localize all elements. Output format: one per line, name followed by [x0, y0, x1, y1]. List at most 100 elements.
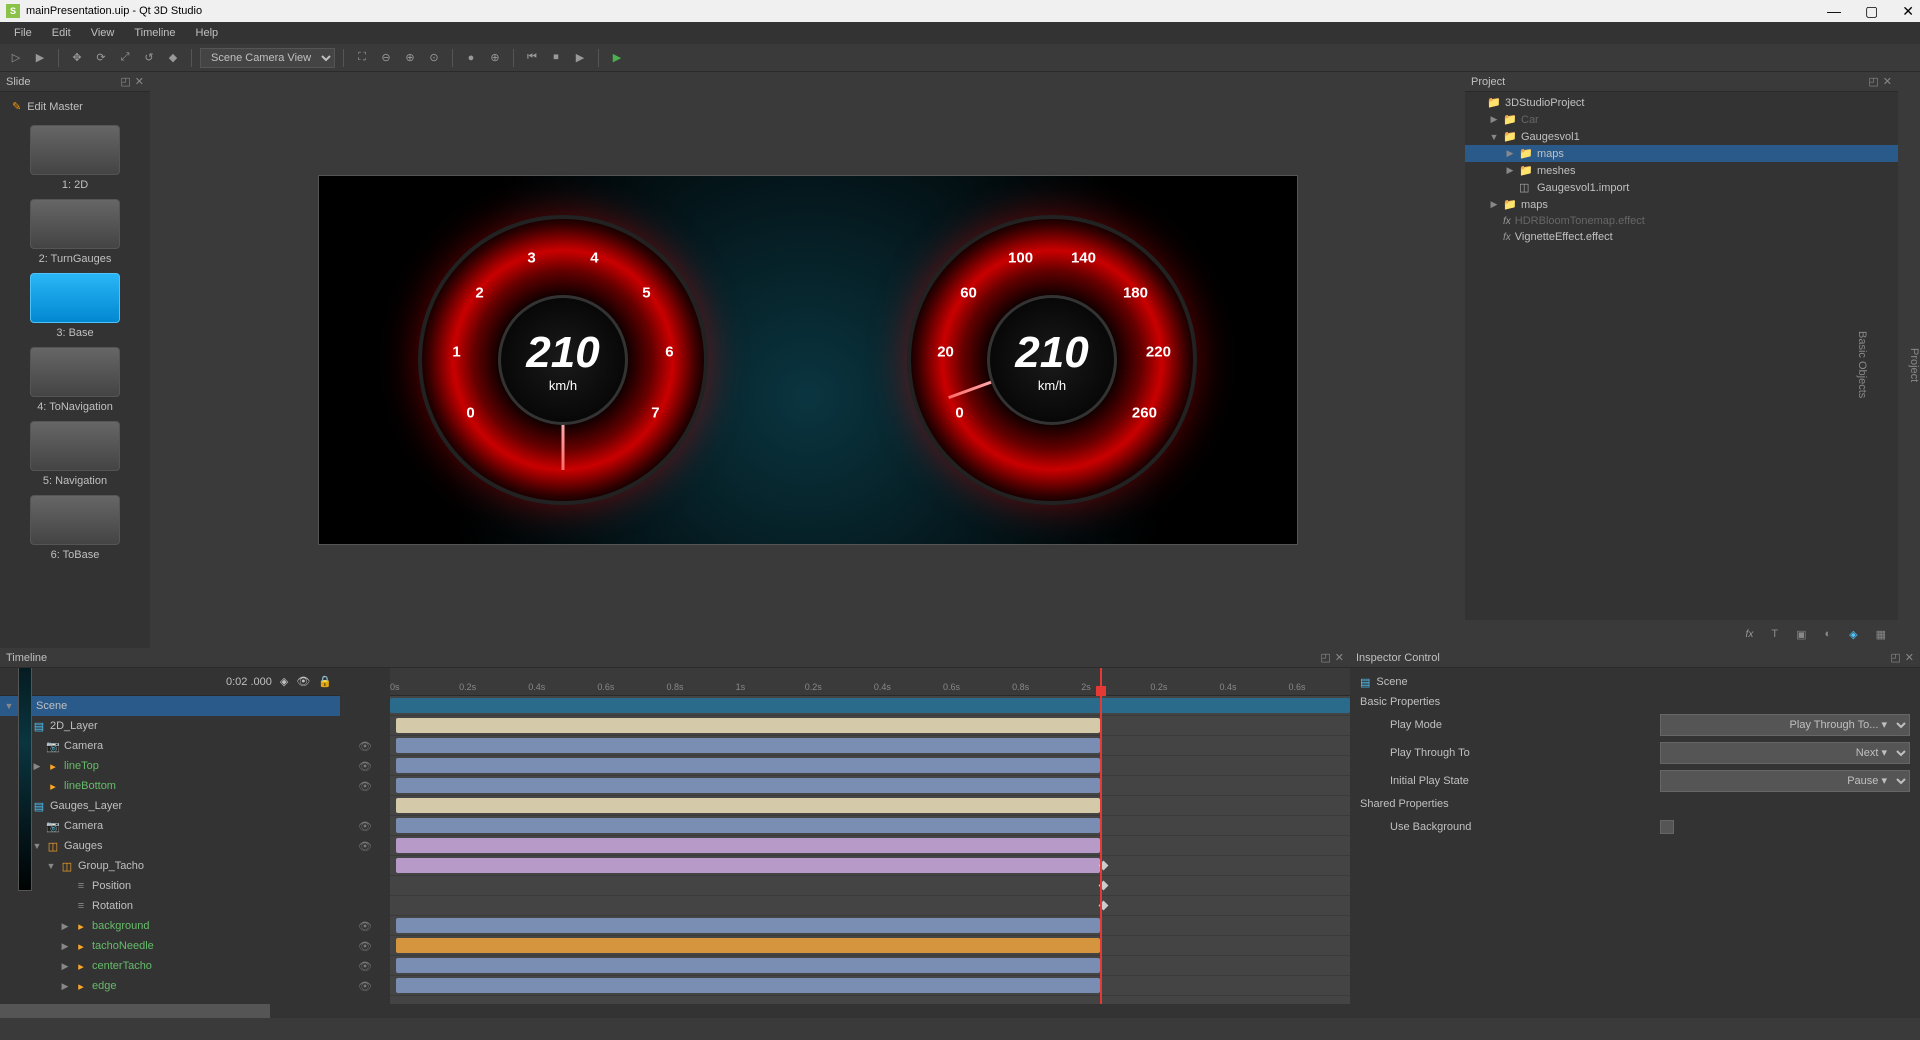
slide-thumbnail[interactable]: [30, 347, 120, 397]
stop-icon[interactable]: ⏹: [546, 48, 566, 68]
timeline-bar[interactable]: [396, 978, 1100, 993]
timeline-row[interactable]: ≡Rotation: [0, 896, 340, 916]
expand-arrow-icon[interactable]: ▶: [60, 961, 70, 972]
timeline-bar[interactable]: [396, 858, 1100, 873]
expand-arrow-icon[interactable]: ▶: [60, 941, 70, 952]
slide-thumbnail[interactable]: [30, 199, 120, 249]
lock-header-icon[interactable]: 🔒: [318, 675, 332, 688]
visibility-toggle-icon[interactable]: 👁: [358, 820, 372, 833]
menu-edit[interactable]: Edit: [42, 25, 81, 41]
fit-view-icon[interactable]: ⛶: [352, 48, 372, 68]
timeline-track[interactable]: [390, 876, 1350, 896]
timeline-bar[interactable]: [396, 798, 1100, 813]
scale-tool-icon[interactable]: ⤢: [115, 48, 135, 68]
menu-help[interactable]: Help: [186, 25, 229, 41]
project-tree-item[interactable]: ▼📁Gaugesvol1: [1465, 128, 1898, 145]
expand-arrow-icon[interactable]: ▶: [1505, 148, 1515, 159]
move-tool-icon[interactable]: ✥: [67, 48, 87, 68]
zoom-reset-icon[interactable]: ⊙: [424, 48, 444, 68]
visibility-toggle-icon[interactable]: 👁: [358, 840, 372, 853]
timeline-track[interactable]: [390, 856, 1350, 876]
timeline-bar[interactable]: [396, 778, 1100, 793]
timeline-track[interactable]: [390, 716, 1350, 736]
behavior-filter-icon[interactable]: ▦: [1876, 628, 1886, 641]
project-tree-item[interactable]: ◫Gaugesvol1.import: [1465, 179, 1898, 196]
visibility-toggle-icon[interactable]: 👁: [358, 760, 372, 773]
edit-master-button[interactable]: ✎ Edit Master: [0, 92, 150, 121]
timeline-row[interactable]: ▶▸lineTop: [0, 756, 340, 776]
timeline-track[interactable]: [390, 756, 1350, 776]
property-select[interactable]: Next ▾: [1660, 742, 1910, 764]
expand-arrow-icon[interactable]: ▶: [1489, 114, 1499, 125]
shading-icon[interactable]: ●: [461, 48, 481, 68]
viewport-3d[interactable]: 01234567 210 km/h 02060100140180220260 2…: [150, 72, 1465, 648]
timeline-track[interactable]: [390, 696, 1350, 716]
use-background-checkbox[interactable]: [1660, 820, 1674, 834]
panel-undock-icon[interactable]: ◰: [1868, 75, 1878, 88]
project-tree-item[interactable]: ▶📁meshes: [1465, 162, 1898, 179]
timeline-bar[interactable]: [396, 718, 1100, 733]
expand-arrow-icon[interactable]: ▼: [32, 841, 42, 851]
expand-arrow-icon[interactable]: ▶: [32, 761, 42, 772]
material-filter-icon[interactable]: ◐: [1824, 628, 1831, 640]
panel-undock-icon[interactable]: ◰: [1320, 651, 1330, 664]
timeline-track[interactable]: [390, 976, 1350, 996]
project-tree-item[interactable]: fxVignetteEffect.effect: [1465, 229, 1898, 245]
timeline-tree[interactable]: 0:02 .000 ◈ 👁 🔒 ▼▤Scene▼▤2D_Layer📷Camera…: [0, 668, 340, 1004]
slide-item[interactable]: 1: 2D: [8, 125, 142, 191]
preview-run-icon[interactable]: ▶: [607, 48, 627, 68]
timeline-row[interactable]: ▶▸tachoNeedle: [0, 936, 340, 956]
visibility-toggle-icon[interactable]: 👁: [358, 920, 372, 933]
timeline-track[interactable]: [390, 916, 1350, 936]
visibility-toggle-icon[interactable]: 👁: [358, 960, 372, 973]
timeline-row[interactable]: ▼◫Group_Tacho: [0, 856, 340, 876]
visibility-toggle-icon[interactable]: 👁: [358, 780, 372, 793]
play-icon[interactable]: ▶: [570, 48, 590, 68]
timeline-ruler[interactable]: 0s0.2s0.4s0.6s0.8s1s0.2s0.4s0.6s0.8s2s0.…: [390, 668, 1350, 696]
zoom-out-icon[interactable]: ⊖: [376, 48, 396, 68]
timeline-row[interactable]: ▶▸edge: [0, 976, 340, 996]
panel-close-icon[interactable]: ✕: [1883, 75, 1892, 88]
timeline-row[interactable]: ▼◫Gauges: [0, 836, 340, 856]
panel-close-icon[interactable]: ✕: [135, 75, 144, 88]
slide-thumbnail[interactable]: [30, 495, 120, 545]
timeline-bar[interactable]: [396, 758, 1100, 773]
visibility-toggle-icon[interactable]: 👁: [358, 740, 372, 753]
timeline-scrollbar[interactable]: [0, 1004, 1350, 1018]
menu-view[interactable]: View: [81, 25, 125, 41]
timeline-track[interactable]: [390, 896, 1350, 916]
timeline-tracks[interactable]: 0s0.2s0.4s0.6s0.8s1s0.2s0.4s0.6s0.8s2s0.…: [390, 668, 1350, 1004]
project-tree-item[interactable]: ▶📁maps: [1465, 196, 1898, 213]
orbit-tool-icon[interactable]: ↺: [139, 48, 159, 68]
basic-objects-tab[interactable]: Basic Objects: [1856, 82, 1868, 648]
expand-arrow-icon[interactable]: ▶: [1489, 199, 1499, 210]
expand-arrow-icon[interactable]: ▼: [4, 701, 14, 711]
close-button[interactable]: ✕: [1902, 3, 1914, 20]
panel-close-icon[interactable]: ✕: [1335, 651, 1344, 664]
property-select[interactable]: Play Through To... ▾: [1660, 714, 1910, 736]
zoom-in-icon[interactable]: ⊕: [400, 48, 420, 68]
minimize-button[interactable]: —: [1827, 3, 1841, 20]
expand-arrow-icon[interactable]: ▶: [60, 921, 70, 932]
timeline-row[interactable]: ▶▸background: [0, 916, 340, 936]
slide-item[interactable]: 6: ToBase: [8, 495, 142, 561]
timeline-bar[interactable]: [390, 698, 1350, 713]
expand-arrow-icon[interactable]: ▼: [46, 861, 56, 871]
timeline-row[interactable]: ▸lineBottom: [0, 776, 340, 796]
slide-item[interactable]: 4: ToNavigation: [8, 347, 142, 413]
text-filter-icon[interactable]: T: [1771, 628, 1778, 640]
slide-thumbnail[interactable]: [30, 273, 120, 323]
image-filter-icon[interactable]: ▣: [1796, 628, 1806, 641]
keyframe-icon[interactable]: ◈: [280, 675, 288, 688]
fx-filter-icon[interactable]: fx: [1746, 629, 1754, 640]
project-tree-item[interactable]: ▶📁Car: [1465, 111, 1898, 128]
timeline-row[interactable]: ≡Position: [0, 876, 340, 896]
timeline-track[interactable]: [390, 796, 1350, 816]
timeline-track[interactable]: [390, 816, 1350, 836]
rotate-tool-icon[interactable]: ⟳: [91, 48, 111, 68]
expand-arrow-icon[interactable]: ▶: [1505, 165, 1515, 176]
project-tab[interactable]: Project: [1908, 82, 1920, 648]
menu-file[interactable]: File: [4, 25, 42, 41]
menu-timeline[interactable]: Timeline: [124, 25, 185, 41]
timeline-row[interactable]: 📷Camera: [0, 736, 340, 756]
